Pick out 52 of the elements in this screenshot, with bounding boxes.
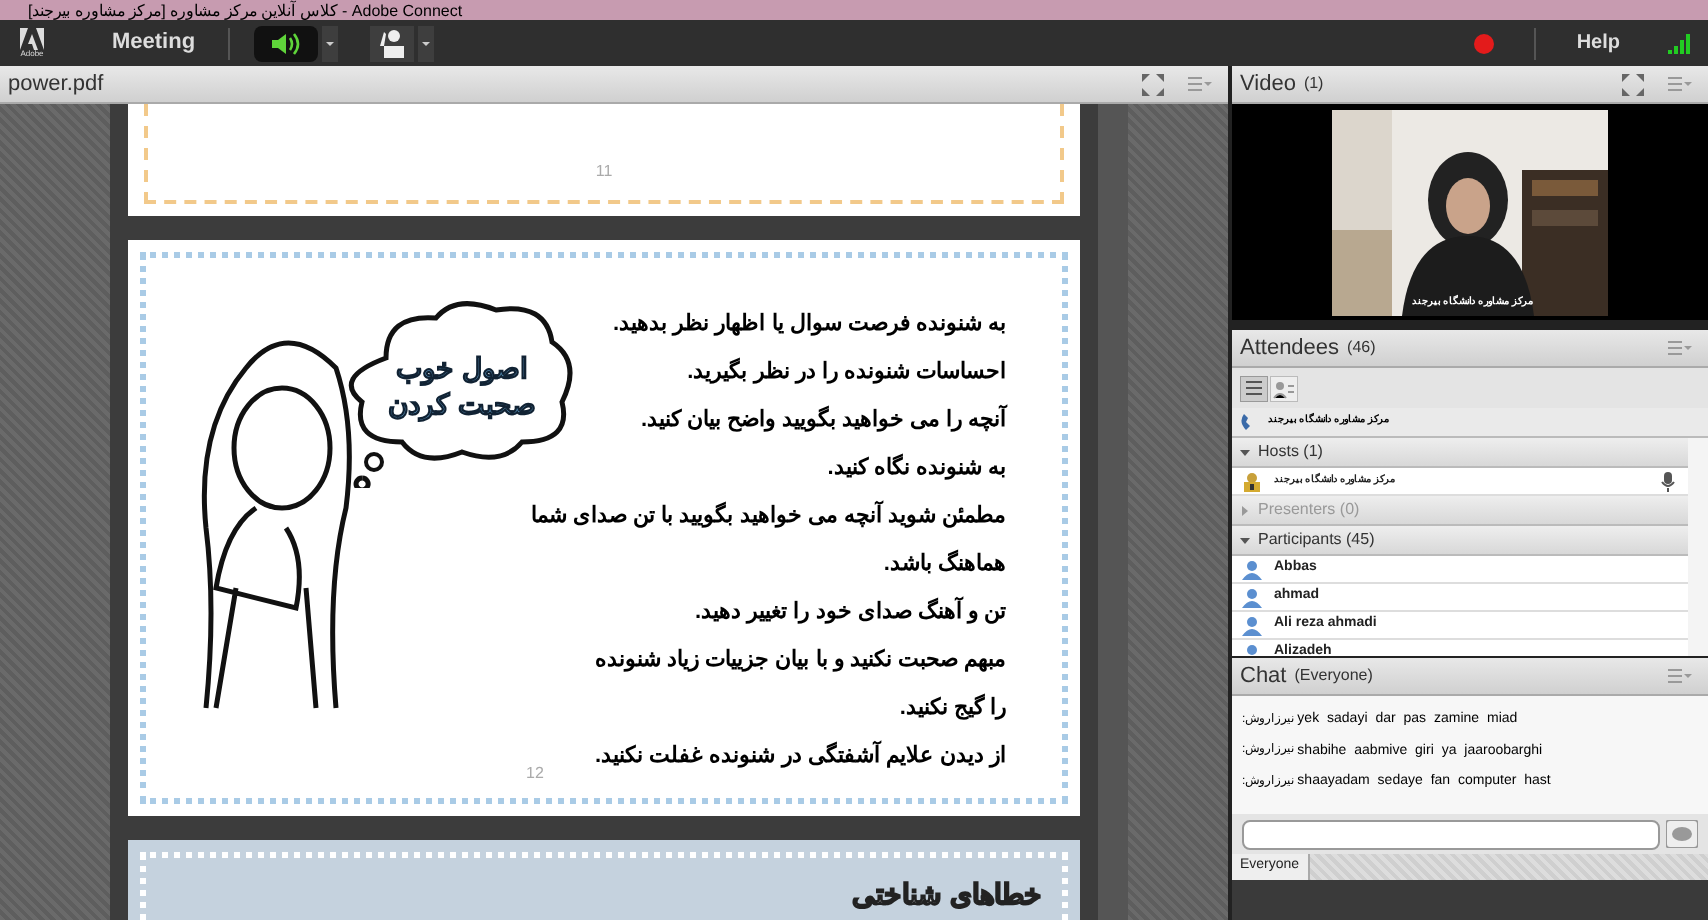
group-header[interactable]: Participants (45)	[1232, 526, 1688, 556]
thought-cloud-icon	[346, 298, 576, 488]
pod-title: Video	[1240, 69, 1296, 100]
dropdown-icon[interactable]	[321, 25, 338, 61]
send-icon[interactable]	[1666, 820, 1698, 848]
caret-icon	[1240, 447, 1250, 457]
host-icon	[1242, 471, 1262, 491]
pod-menu-icon[interactable]	[1188, 76, 1212, 92]
person-icon	[1242, 559, 1262, 579]
bullet-text: به شنونده فرصت سوال یا اظهار نظر بدهید.	[613, 310, 1006, 340]
list-view-icon[interactable]	[1240, 375, 1268, 401]
pod-count: (46)	[1347, 336, 1376, 360]
cloud-title: اصول خوب صحبت کردن	[386, 350, 538, 422]
signal-icon	[1668, 33, 1692, 53]
dropdown-icon[interactable]	[417, 25, 434, 61]
caret-icon	[1240, 535, 1250, 545]
bullet-text: احساسات شنونده را در نظر بگیرید.	[687, 355, 1006, 388]
page-number: 11	[595, 160, 613, 184]
bullet-text: آنچه را می خواهید بگویید واضح بیان کنید.	[641, 402, 1006, 436]
pod-count: (Everyone)	[1294, 664, 1373, 688]
caret-icon	[1240, 505, 1250, 515]
bullet-text: به شنونده نگاه کنید.	[827, 451, 1006, 484]
logo-icon	[20, 28, 44, 50]
meeting-menu[interactable]: Meeting	[104, 26, 204, 60]
pod-menu-icon[interactable]	[1668, 76, 1692, 92]
speaker-icon	[271, 31, 300, 55]
pod-menu-icon[interactable]	[1668, 668, 1692, 684]
person-view-icon[interactable]	[1270, 375, 1298, 401]
bullet-text: را گیج نکنید.	[899, 691, 1006, 724]
chat-input-field[interactable]	[1242, 819, 1660, 849]
window-title: [کلاس آنلاین مرکز مشاوره [مرکز مشاوره بیرجند - Adobe Connect	[28, 1, 463, 19]
raised-hand-icon[interactable]	[369, 25, 414, 61]
speaker-button[interactable]	[253, 25, 318, 61]
slide-heading: خطاهای شناختی	[852, 876, 1042, 914]
page-number: 12	[526, 762, 544, 786]
pod-count: (1)	[1303, 72, 1324, 96]
fullscreen-icon[interactable]	[1142, 73, 1164, 95]
bullet-text: مطمئن شوید آنچه می خواهید بگویید با تن صدای شما	[530, 498, 1006, 532]
group-header[interactable]: Hosts (1)	[1232, 438, 1688, 468]
person-icon	[1242, 587, 1262, 607]
pod-title: power.pdf	[8, 69, 104, 100]
pod-title: Chat	[1240, 661, 1287, 692]
bullet-text: هماهنگ باشد.	[883, 547, 1006, 580]
pod-menu-icon[interactable]	[1668, 340, 1692, 356]
fullscreen-icon[interactable]	[1622, 73, 1644, 95]
person-icon	[1242, 615, 1262, 635]
microphone-icon	[1660, 471, 1678, 491]
bullet-text: از دیدن علایم آشفتگی در شنونده غفلت نکنید.	[595, 738, 1006, 772]
bullet-text: تن و آهنگ صدای خود را تغییر دهید.	[695, 594, 1006, 628]
pod-title: Attendees	[1240, 333, 1340, 364]
help-menu[interactable]: Help	[1576, 28, 1620, 58]
bullet-text: مبهم صحبت نکنید و با بیان جزییات زیاد شنونده	[595, 646, 1006, 676]
